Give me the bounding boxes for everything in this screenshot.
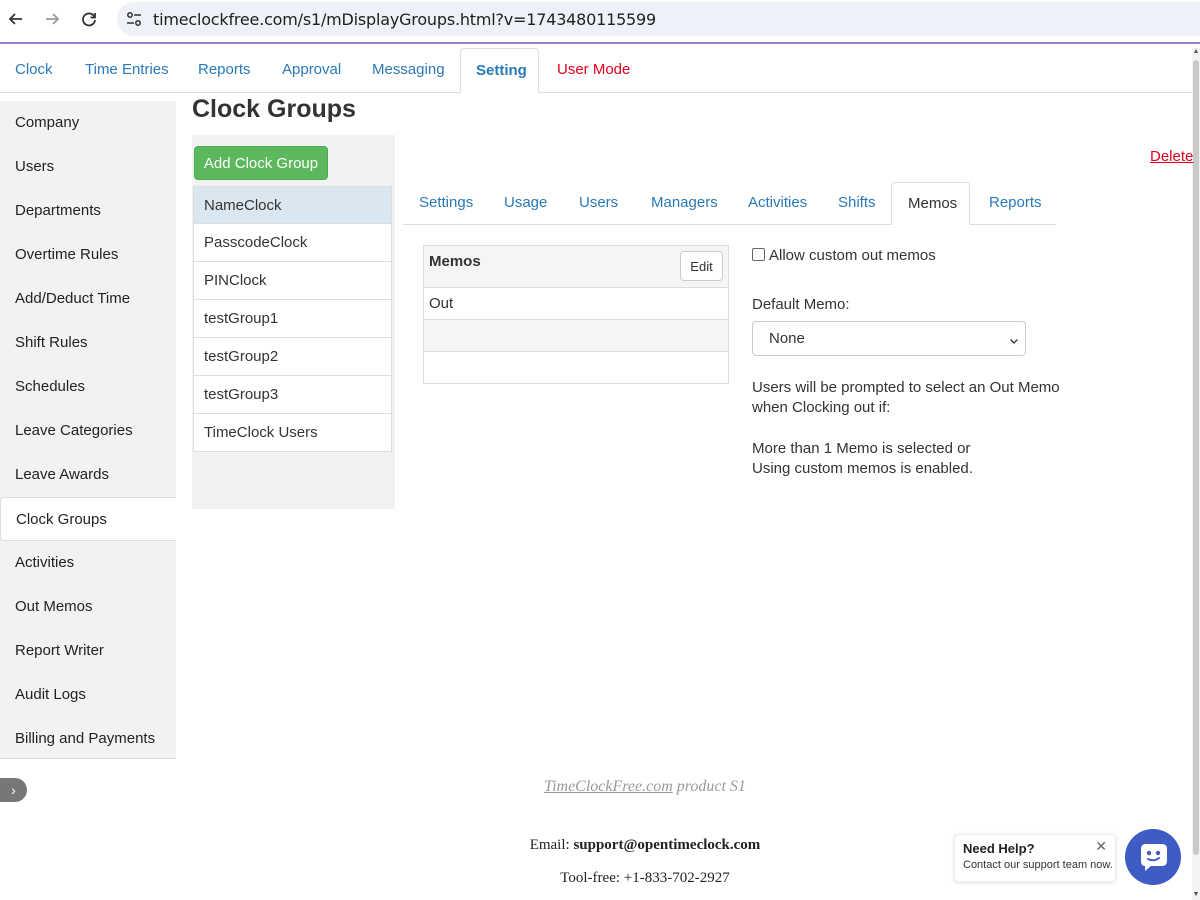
help-subtitle: Contact our support team now. <box>963 859 1113 871</box>
memo-info-line: Users will be prompted to select an Out … <box>752 379 1060 396</box>
group-item-passcodeclock[interactable]: PasscodeClock <box>193 224 392 262</box>
memos-table-header: Memos Edit <box>424 246 728 288</box>
sidebar-item-overtime-rules[interactable]: Overtime Rules <box>0 233 176 277</box>
tab-setting[interactable]: Setting <box>460 48 539 93</box>
chevron-down-icon <box>1009 333 1019 344</box>
memo-row[interactable] <box>424 352 728 383</box>
tab-shifts[interactable]: Shifts <box>822 182 892 224</box>
default-memo-value: None <box>769 330 805 347</box>
scroll-down-icon[interactable]: ▼ <box>1192 891 1200 898</box>
close-icon[interactable]: ✕ <box>1095 838 1107 855</box>
group-item-testgroup2[interactable]: testGroup2 <box>193 338 392 376</box>
email-label: Email: <box>529 837 574 853</box>
tab-clock[interactable]: Clock <box>0 48 68 92</box>
address-bar[interactable]: timeclockfree.com/s1/mDisplayGroups.html… <box>117 2 1200 36</box>
footer-product: TimeClockFree.com product S1 <box>0 778 1200 796</box>
memos-table: Memos Edit Out <box>423 245 729 384</box>
group-item-nameclock[interactable]: NameClock <box>193 186 392 224</box>
page-scrollbar[interactable]: ▲ ▼ <box>1192 48 1200 900</box>
sidebar-item-shift-rules[interactable]: Shift Rules <box>0 321 176 365</box>
help-popup[interactable]: Need Help? Contact our support team now.… <box>954 834 1116 882</box>
memo-info-line: More than 1 Memo is selected or <box>752 440 971 457</box>
group-item-pinclock[interactable]: PINClock <box>193 262 392 300</box>
sidebar-item-leave-awards[interactable]: Leave Awards <box>0 453 176 497</box>
clock-group-list: NameClock PasscodeClock PINClock testGro… <box>193 186 392 452</box>
group-item-timeclock-users[interactable]: TimeClock Users <box>193 414 392 452</box>
sidebar-item-departments[interactable]: Departments <box>0 189 176 233</box>
arrow-right-icon[interactable] <box>41 8 63 30</box>
tab-usage[interactable]: Usage <box>488 182 563 224</box>
scrollbar-thumb[interactable] <box>1193 60 1199 855</box>
tab-group-reports[interactable]: Reports <box>973 182 1058 224</box>
tab-managers[interactable]: Managers <box>635 182 734 224</box>
sidebar-item-out-memos[interactable]: Out Memos <box>0 585 176 629</box>
chat-button[interactable] <box>1125 829 1181 885</box>
tab-messaging[interactable]: Messaging <box>357 48 460 92</box>
edit-memos-button[interactable]: Edit <box>680 251 723 281</box>
allow-custom-memos-label: Allow custom out memos <box>769 247 936 264</box>
sidebar-item-schedules[interactable]: Schedules <box>0 365 176 409</box>
settings-sidebar: Company Users Departments Overtime Rules… <box>0 101 176 759</box>
default-memo-label: Default Memo: <box>752 296 850 313</box>
memo-row[interactable]: Out <box>424 288 728 320</box>
delete-link[interactable]: Delete <box>1150 148 1193 165</box>
memo-info-line: Using custom memos is enabled. <box>752 460 973 477</box>
add-clock-group-button[interactable]: Add Clock Group <box>194 146 328 180</box>
memos-header-label: Memos <box>429 253 481 270</box>
sidebar-item-activities[interactable]: Activities <box>0 541 176 585</box>
product-link[interactable]: TimeClockFree.com <box>544 778 673 795</box>
group-item-testgroup3[interactable]: testGroup3 <box>193 376 392 414</box>
tab-approval[interactable]: Approval <box>267 48 356 92</box>
tune-icon[interactable] <box>125 10 143 28</box>
tab-user-mode[interactable]: User Mode <box>542 48 645 92</box>
sidebar-item-users[interactable]: Users <box>0 145 176 189</box>
sidebar-item-clock-groups[interactable]: Clock Groups <box>0 497 176 541</box>
default-memo-select[interactable]: None <box>752 321 1026 356</box>
tab-time-entries[interactable]: Time Entries <box>70 48 184 92</box>
allow-custom-memos-option[interactable]: Allow custom out memos <box>752 247 936 264</box>
page-title: Clock Groups <box>192 95 356 123</box>
product-suffix: product S1 <box>672 778 746 795</box>
tab-settings[interactable]: Settings <box>403 182 489 224</box>
sidebar-item-add-deduct-time[interactable]: Add/Deduct Time <box>0 277 176 321</box>
sidebar-item-audit-logs[interactable]: Audit Logs <box>0 673 176 717</box>
top-nav-tabs: Clock Time Entries Reports Approval Mess… <box>0 48 1200 93</box>
group-sub-tabs: Settings Usage Users Managers Activities… <box>403 182 1056 225</box>
sidebar-item-report-writer[interactable]: Report Writer <box>0 629 176 673</box>
sidebar-item-leave-categories[interactable]: Leave Categories <box>0 409 176 453</box>
tab-memos[interactable]: Memos <box>891 182 970 225</box>
reload-icon[interactable] <box>78 8 100 30</box>
memo-row[interactable] <box>424 320 728 352</box>
chat-icon <box>1141 844 1167 871</box>
tab-users[interactable]: Users <box>563 182 634 224</box>
sidebar-item-company[interactable]: Company <box>0 101 176 145</box>
url-text[interactable]: timeclockfree.com/s1/mDisplayGroups.html… <box>153 10 656 29</box>
group-item-testgroup1[interactable]: testGroup1 <box>193 300 392 338</box>
scroll-up-icon[interactable]: ▲ <box>1192 48 1200 55</box>
tab-reports[interactable]: Reports <box>183 48 266 92</box>
memo-info-line: when Clocking out if: <box>752 399 891 416</box>
browser-toolbar: timeclockfree.com/s1/mDisplayGroups.html… <box>0 0 1200 44</box>
sidebar-item-billing-and-payments[interactable]: Billing and Payments <box>0 717 176 761</box>
tab-activities[interactable]: Activities <box>732 182 823 224</box>
support-email[interactable]: support@opentimeclock.com <box>573 837 760 853</box>
arrow-left-icon[interactable] <box>5 8 27 30</box>
help-title: Need Help? <box>963 841 1035 856</box>
allow-custom-memos-checkbox[interactable] <box>752 248 765 261</box>
